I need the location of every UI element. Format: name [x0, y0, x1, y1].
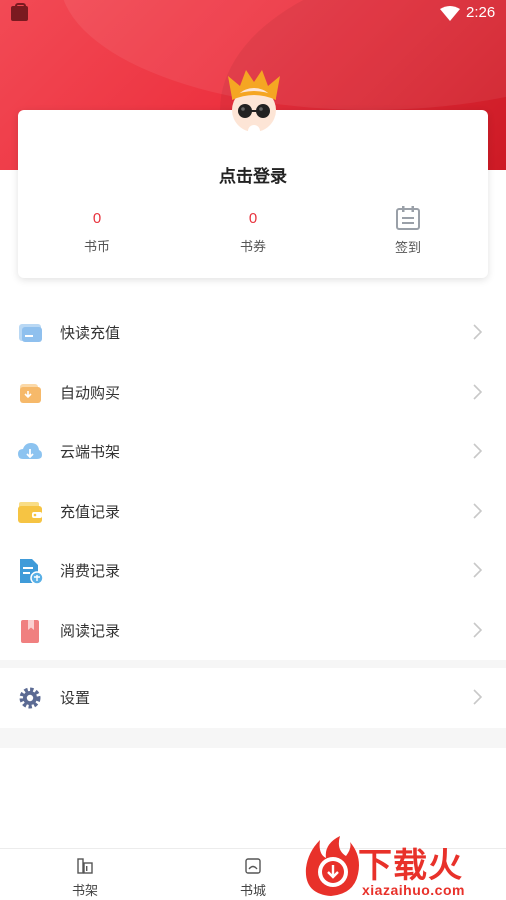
tab-bookshelf[interactable]: 书架 — [0, 849, 170, 900]
coin-label: 书币 — [83, 240, 110, 255]
chevron-right-icon — [473, 689, 482, 705]
chevron-right-icon — [473, 324, 482, 340]
avatar[interactable] — [226, 68, 282, 134]
menu-item-auto-purchase[interactable]: 自动购买 — [0, 363, 506, 423]
profile-card: 点击登录 0 书币 0 书券 签到 — [18, 110, 488, 278]
menu-item-recharge[interactable]: 快读充值 — [0, 303, 506, 363]
section-divider — [0, 660, 506, 668]
status-time: 2:26 — [466, 4, 496, 21]
watermark-brand: 下载火 — [358, 846, 463, 886]
sign-in-button[interactable]: 签到 — [348, 206, 468, 256]
flame-logo-icon — [305, 836, 359, 896]
bookmark-icon — [21, 619, 39, 643]
cloud-download-icon — [18, 443, 42, 460]
menu-item-reading-history[interactable]: 阅读记录 — [0, 601, 506, 661]
chevron-right-icon — [473, 503, 482, 519]
menu-item-label: 充值记录 — [60, 502, 121, 521]
wallet-icon — [18, 501, 42, 523]
section-divider — [0, 728, 506, 748]
gear-icon — [19, 687, 41, 709]
watermark-url: xiazaihuo.com — [362, 882, 465, 898]
menu-item-label: 自动购买 — [60, 383, 121, 402]
shopping-bag-icon — [11, 3, 28, 21]
login-button[interactable]: 点击登录 — [18, 162, 488, 187]
menu-item-label: 云端书架 — [60, 443, 121, 462]
card-icon — [19, 324, 42, 342]
watermark-logo: 下载火 xiazaihuo.com — [298, 832, 506, 900]
menu-item-label: 阅读记录 — [60, 621, 121, 640]
document-icon — [20, 559, 43, 585]
status-bar: 2:26 — [0, 0, 506, 28]
ticket-count: 0 — [248, 210, 258, 227]
chevron-right-icon — [473, 384, 482, 400]
menu-item-label: 消费记录 — [60, 562, 121, 581]
bookstore-icon — [245, 858, 261, 874]
menu-item-settings[interactable]: 设置 — [0, 668, 506, 728]
coin-balance[interactable]: 0 书币 — [37, 208, 157, 255]
menu-item-label: 设置 — [60, 689, 91, 707]
sign-in-label: 签到 — [394, 241, 421, 256]
menu-item-spending-history[interactable]: 消费记录 — [0, 541, 506, 601]
coin-count: 0 — [92, 210, 102, 227]
bookshelf-icon — [77, 858, 93, 874]
menu-list: 快读充值 自动购买 云端书架 充值记录 消费记录 阅读记录 — [0, 303, 506, 661]
calendar-icon — [396, 206, 420, 230]
menu-item-recharge-history[interactable]: 充值记录 — [0, 482, 506, 542]
menu-item-cloud-shelf[interactable]: 云端书架 — [0, 422, 506, 482]
ticket-label: 书券 — [239, 240, 266, 255]
tab-label: 书架 — [71, 884, 98, 899]
chevron-right-icon — [473, 562, 482, 578]
wifi-icon — [440, 6, 460, 21]
chevron-right-icon — [473, 622, 482, 638]
chevron-right-icon — [473, 443, 482, 459]
ticket-balance[interactable]: 0 书券 — [193, 208, 313, 255]
profile-page: 2:26 点击登录 0 书币 0 书券 签到 快读充值 自动购买 云端书架 充值… — [0, 0, 506, 900]
wallet-download-icon — [20, 383, 41, 403]
menu-item-label: 快读充值 — [60, 324, 121, 342]
